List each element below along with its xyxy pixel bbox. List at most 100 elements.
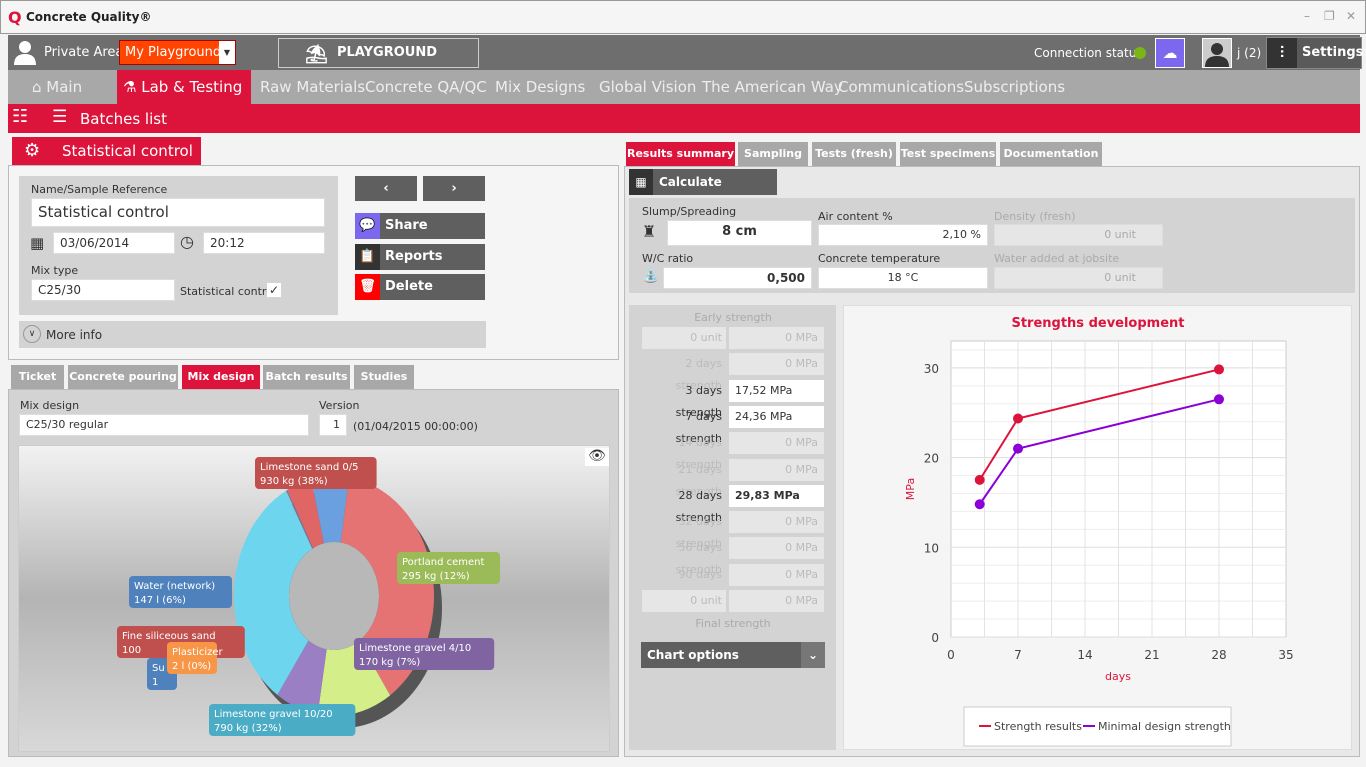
nav-concrete-qaqc[interactable]: Concrete QA/QC: [359, 70, 493, 104]
date-input[interactable]: 03/06/2014: [53, 232, 175, 254]
main-nav: ⌂ Main ⚗ Lab & Testing Raw Materials Con…: [8, 70, 1360, 104]
mix-design-input[interactable]: C25/30 regular: [19, 414, 309, 436]
strength-row: 90 days strength 0 MPa: [642, 563, 824, 603]
slide-icon: ⛱: [305, 44, 328, 65]
tab-test-specimens[interactable]: Test specimens: [900, 142, 996, 166]
delete-label: Delete: [385, 279, 433, 294]
y-tick-label: 10: [924, 541, 939, 555]
restore-icon[interactable]: ❐: [1324, 9, 1335, 23]
slump-cone-icon: ♜: [642, 222, 657, 241]
more-info-label: More info: [46, 328, 103, 342]
strength-label: 90 days strength: [676, 567, 722, 603]
pie-label-detail: 295 kg (12%): [402, 571, 470, 582]
y-tick-label: 0: [931, 631, 939, 645]
strength-value[interactable]: 0 MPa: [729, 432, 824, 455]
reports-button[interactable]: 📋 Reports: [355, 244, 485, 270]
grid-icon[interactable]: ☷: [12, 106, 28, 127]
x-tick-label: 21: [1144, 648, 1159, 662]
tab-batch-results[interactable]: Batch results: [263, 365, 350, 389]
version-input[interactable]: 1: [319, 414, 347, 436]
connection-status-label: Connection status: [1034, 46, 1143, 60]
version-date: (01/04/2015 00:00:00): [353, 420, 478, 433]
pie-label-name: Limestone sand 0/5: [260, 462, 358, 473]
chart-options-dropdown[interactable]: Chart options ⌄: [641, 642, 825, 668]
pie-label-name: Portland cement: [402, 557, 484, 568]
data-point: [974, 474, 985, 485]
tab-results-summary[interactable]: Results summary: [626, 142, 735, 166]
statistical-control-checkbox[interactable]: ✓: [267, 283, 281, 297]
wc-input[interactable]: 0,500: [663, 267, 812, 289]
strength-value[interactable]: 0 MPa: [729, 537, 824, 560]
cloud-sync-icon[interactable]: ☁: [1155, 38, 1185, 68]
tab-studies[interactable]: Studies: [354, 365, 414, 389]
strength-chart: 0 10 20 30 0 7 14 21 28 35 Strengths development da…: [843, 305, 1352, 750]
close-icon[interactable]: ✕: [1346, 9, 1356, 23]
batches-list-link[interactable]: Batches list: [80, 110, 167, 128]
settings-button[interactable]: ⫶ Settings: [1266, 37, 1364, 69]
pie-label-name: Limestone gravel 4/10: [359, 643, 471, 654]
pie-label-detail: 930 kg (38%): [260, 476, 328, 487]
strength-value[interactable]: 0 MPa: [729, 327, 824, 349]
more-info-toggle[interactable]: ∨ More info: [19, 321, 486, 348]
tab-documentation[interactable]: Documentation: [1000, 142, 1102, 166]
strength-value[interactable]: 17,52 MPa: [729, 379, 824, 402]
playground-mode-button[interactable]: ⛱PLAYGROUND MODE: [278, 38, 479, 88]
nav-subscriptions[interactable]: Subscriptions: [958, 70, 1071, 104]
strength-value[interactable]: 0 MPa: [729, 511, 824, 534]
air-label: Air content %: [818, 210, 893, 223]
area-select[interactable]: My Playground ▼: [119, 40, 236, 65]
strength-value[interactable]: 0 MPa: [729, 590, 824, 612]
nav-lab-testing[interactable]: ⚗ Lab & Testing: [117, 70, 251, 104]
strength-label: 14 days strength: [675, 436, 722, 472]
share-button[interactable]: 💬 Share: [355, 213, 485, 239]
x-tick-label: 28: [1211, 648, 1226, 662]
tab-ticket[interactable]: Ticket: [11, 365, 64, 389]
final-strength-label: Final strength: [695, 617, 771, 630]
nav-communications[interactable]: Communications: [832, 70, 970, 104]
pie-label-detail: 147 l (6%): [134, 595, 186, 606]
nav-american-way[interactable]: The American Way: [696, 70, 849, 104]
next-button[interactable]: ›: [423, 176, 485, 201]
pie-label-name: Su: [152, 663, 165, 674]
microscope-icon: ⚗: [123, 78, 142, 96]
minimize-icon[interactable]: –: [1304, 9, 1310, 23]
pie-label: Limestone sand 0/5 930 kg (38%): [255, 457, 377, 489]
strength-row: 3 days strength 17,52 MPa: [642, 379, 824, 419]
nav-mix-designs[interactable]: Mix Designs: [489, 70, 591, 104]
nav-label: Main: [46, 78, 83, 96]
nav-main[interactable]: ⌂ Main: [26, 70, 88, 104]
pie-label-detail: 100: [122, 645, 141, 656]
strength-value[interactable]: 24,36 MPa: [729, 405, 824, 428]
x-tick-label: 0: [947, 648, 955, 662]
pie-hole: [289, 542, 379, 650]
strength-value[interactable]: 29,83 MPa: [729, 484, 824, 507]
home-icon: ⌂: [32, 78, 47, 96]
time-input[interactable]: 20:12: [203, 232, 325, 254]
nav-global-vision[interactable]: Global Vision: [593, 70, 702, 104]
settings-label: Settings: [1302, 45, 1364, 60]
sliders-icon: ⫶: [1267, 38, 1297, 68]
strength-value[interactable]: 0 MPa: [729, 563, 824, 586]
user-avatar[interactable]: [1202, 38, 1232, 68]
delete-button[interactable]: 🗑 Delete: [355, 274, 485, 300]
tab-concrete-pouring[interactable]: Concrete pouring: [68, 365, 178, 389]
eye-icon[interactable]: 👁: [585, 448, 609, 466]
nav-raw-materials[interactable]: Raw Materials: [254, 70, 371, 104]
pie-label-name: Plasticizer: [172, 647, 224, 658]
strength-value[interactable]: 0 MPa: [729, 458, 824, 481]
tab-mix-design[interactable]: Mix design: [182, 365, 260, 389]
x-tick-label: 14: [1077, 648, 1092, 662]
strength-value[interactable]: 0 MPa: [729, 353, 824, 376]
strength-label: 2 days strength: [675, 357, 722, 393]
title-bar: [0, 0, 1366, 34]
calculate-summary-button[interactable]: ▦Calculate Summary: [629, 169, 777, 215]
tab-tests-fresh-[interactable]: Tests (fresh): [812, 142, 896, 166]
tab-sampling[interactable]: Sampling: [738, 142, 808, 166]
prev-button[interactable]: ‹: [355, 176, 417, 201]
legend-label: Strength results: [994, 720, 1082, 733]
mix-type-input[interactable]: C25/30: [31, 279, 175, 301]
temp-input[interactable]: 18 °C: [818, 267, 988, 289]
name-input[interactable]: Statistical control: [31, 198, 325, 227]
air-input[interactable]: 2,10 %: [818, 224, 988, 246]
slump-input[interactable]: 8 cm: [667, 220, 812, 246]
